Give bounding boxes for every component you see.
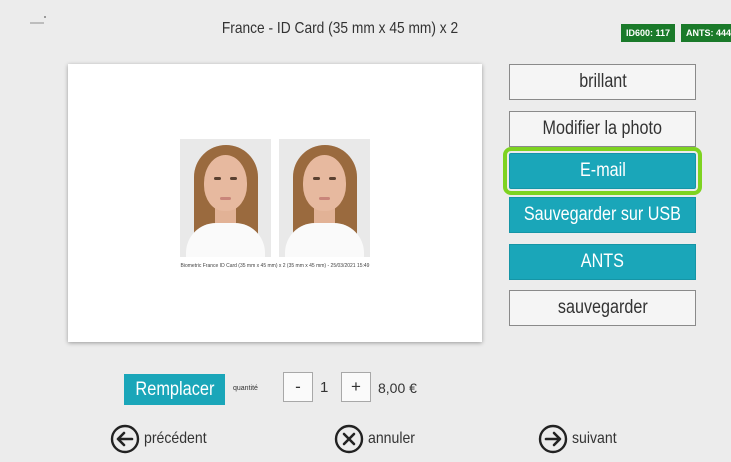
button-label: E-mail xyxy=(579,160,626,181)
app-logo xyxy=(30,16,46,24)
counter-badges: ID600: 117 ANTS: 444 xyxy=(620,24,731,42)
email-button[interactable]: E-mail xyxy=(503,147,702,195)
print-preview: Biometric France ID Card (35 mm x 45 mm)… xyxy=(68,64,482,342)
button-label: Modifier la photo xyxy=(542,118,663,139)
ants-badge: ANTS: 444 xyxy=(680,24,731,42)
quantity-increase-button[interactable]: + xyxy=(341,372,371,402)
button-label: Sauvegarder sur USB xyxy=(523,204,682,225)
id-photo xyxy=(180,139,271,257)
button-label: Remplacer xyxy=(134,378,215,400)
quantity-label: quantité xyxy=(233,385,258,392)
save-button[interactable]: sauvegarder xyxy=(509,290,696,326)
modify-photo-button[interactable]: Modifier la photo xyxy=(509,111,696,147)
button-label: brillant xyxy=(578,71,627,92)
previous-button[interactable]: précédent xyxy=(110,424,215,454)
button-label: ANTS xyxy=(580,251,625,272)
print-caption: Biometric France ID Card (35 mm x 45 mm)… xyxy=(180,263,370,269)
previous-label: précédent xyxy=(144,430,207,447)
save-usb-button[interactable]: Sauvegarder sur USB xyxy=(509,197,696,233)
arrow-left-icon xyxy=(110,424,140,454)
next-label: suivant xyxy=(572,430,617,447)
ants-button[interactable]: ANTS xyxy=(509,244,696,280)
quantity-decrease-button[interactable]: - xyxy=(283,372,313,402)
page-title: France - ID Card (35 mm x 45 mm) x 2 xyxy=(221,20,459,37)
price-label: 8,00 € xyxy=(378,380,417,396)
quantity-value: 1 xyxy=(320,379,329,396)
close-icon xyxy=(334,424,364,454)
next-button[interactable]: suivant xyxy=(538,424,623,454)
cancel-label: annuler xyxy=(368,430,415,447)
cancel-button[interactable]: annuler xyxy=(334,424,421,454)
id-photo xyxy=(279,139,370,257)
replace-button[interactable]: Remplacer xyxy=(124,374,225,405)
id600-badge: ID600: 117 xyxy=(620,24,675,42)
button-label: sauvegarder xyxy=(557,297,648,318)
glossy-finish-button[interactable]: brillant xyxy=(509,64,696,100)
arrow-right-icon xyxy=(538,424,568,454)
